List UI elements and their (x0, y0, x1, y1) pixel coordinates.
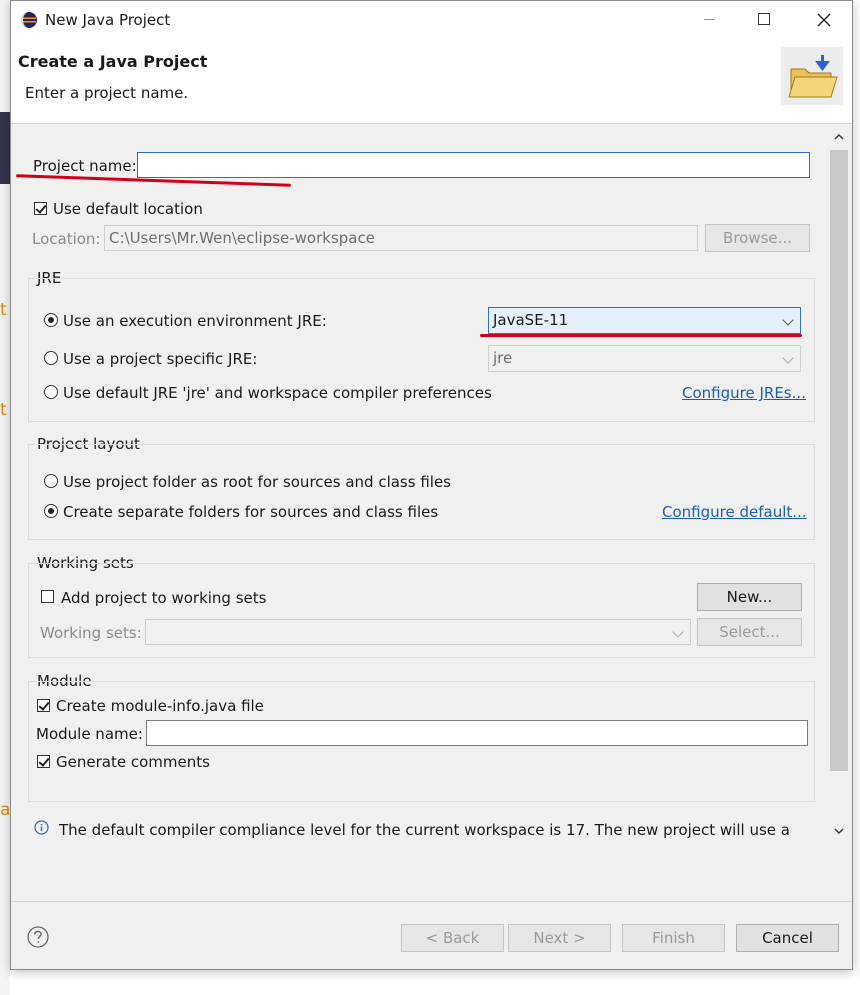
location-input[interactable]: C:\Users\Mr.Wen\eclipse-workspace (104, 225, 698, 251)
vertical-scrollbar[interactable] (829, 128, 849, 841)
background-app-text: t (0, 400, 7, 420)
browse-button[interactable]: Browse... (705, 224, 810, 252)
working-sets-select[interactable] (145, 619, 691, 645)
page-title: Create a Java Project (18, 52, 208, 71)
jre-default-radio[interactable] (44, 385, 58, 399)
scrollbar-thumb[interactable] (830, 150, 848, 771)
layout-option-label: Use project folder as root for sources a… (63, 473, 451, 491)
layout-separate-radio[interactable] (44, 504, 58, 518)
background-app-text: t (0, 300, 7, 320)
project-jre-select[interactable]: jre (488, 345, 801, 372)
scroll-up-icon[interactable] (834, 133, 844, 141)
generate-comments-checkbox[interactable] (37, 755, 50, 768)
working-sets-label: Working sets: (40, 624, 142, 642)
help-icon[interactable] (27, 926, 49, 948)
chevron-down-icon (782, 352, 794, 364)
use-default-location-label: Use default location (53, 200, 203, 218)
layout-group (28, 444, 815, 540)
project-name-input[interactable] (137, 152, 810, 178)
maximize-button[interactable] (758, 13, 770, 25)
new-project-folder-icon (781, 47, 843, 105)
jre-option-label: Use default JRE 'jre' and workspace comp… (63, 384, 492, 402)
layout-root-radio[interactable] (44, 474, 58, 488)
back-button[interactable]: < Back (401, 924, 504, 952)
new-java-project-dialog: New Java Project Create a Java Project E… (10, 0, 853, 970)
new-working-set-button[interactable]: New... (697, 583, 802, 611)
select-working-sets-button[interactable]: Select... (697, 618, 802, 646)
execution-env-select[interactable]: JavaSE-11 (488, 307, 801, 334)
chevron-down-icon (782, 314, 794, 326)
button-bar-separator (11, 901, 852, 902)
title-bar: New Java Project (11, 1, 852, 39)
add-to-working-sets-checkbox[interactable] (41, 590, 54, 603)
eclipse-icon (21, 12, 37, 28)
project-jre-value: jre (493, 349, 513, 367)
jre-execution-env-radio[interactable] (44, 313, 58, 327)
use-default-location-checkbox[interactable] (34, 202, 47, 215)
background-app-text: a (0, 800, 10, 820)
next-button[interactable]: Next > (508, 924, 611, 952)
configure-jres-link[interactable]: Configure JREs... (682, 384, 806, 402)
close-icon[interactable] (817, 13, 831, 27)
jre-option-label: Use a project specific JRE: (63, 350, 258, 368)
window-title: New Java Project (45, 11, 171, 29)
scroll-down-icon[interactable] (834, 827, 844, 835)
info-message: The default compiler compliance level fo… (59, 821, 790, 839)
module-name-input[interactable] (146, 720, 808, 746)
location-label: Location: (32, 230, 101, 248)
execution-env-value: JavaSE-11 (493, 311, 569, 329)
module-name-label: Module name: (36, 725, 143, 743)
layout-option-label: Create separate folders for sources and … (63, 503, 439, 521)
minimize-button[interactable] (704, 19, 715, 20)
create-module-info-label: Create module-info.java file (56, 697, 264, 715)
configure-default-link[interactable]: Configure default... (662, 503, 807, 521)
add-to-working-sets-label: Add project to working sets (61, 589, 267, 607)
info-icon (34, 820, 49, 835)
page-message: Enter a project name. (25, 84, 189, 102)
generate-comments-label: Generate comments (56, 753, 210, 771)
chevron-down-icon (672, 626, 684, 638)
background-app-banner (0, 112, 10, 184)
cancel-button[interactable]: Cancel (736, 924, 839, 952)
jre-option-label: Use an execution environment JRE: (63, 312, 327, 330)
finish-button[interactable]: Finish (622, 924, 725, 952)
annotation-underline (480, 334, 802, 337)
jre-project-specific-radio[interactable] (44, 351, 58, 365)
create-module-info-checkbox[interactable] (37, 699, 50, 712)
project-name-label: Project name: (33, 157, 137, 175)
wizard-header: Create a Java Project Enter a project na… (11, 39, 852, 124)
